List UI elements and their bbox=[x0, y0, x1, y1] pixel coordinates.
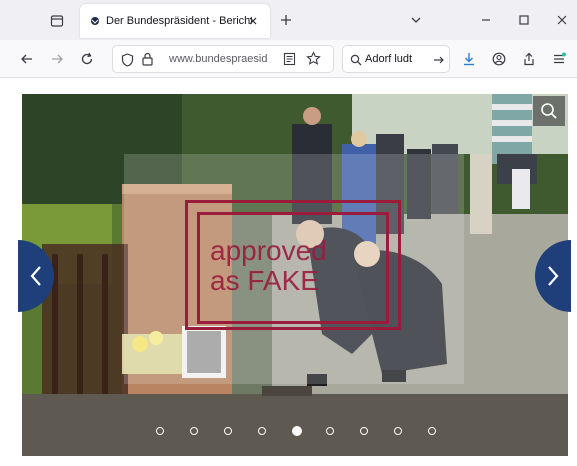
new-tab-button[interactable] bbox=[278, 12, 294, 28]
chevron-right-icon bbox=[548, 266, 559, 286]
bookmark-star-icon[interactable] bbox=[306, 51, 321, 71]
download-icon bbox=[464, 53, 474, 66]
chevron-down-icon bbox=[411, 17, 421, 23]
stamp-line-2: as FAKE bbox=[210, 265, 319, 296]
reload-button[interactable] bbox=[78, 50, 96, 68]
fake-stamp-text: approved as FAKE bbox=[210, 236, 380, 296]
account-button[interactable] bbox=[490, 50, 508, 68]
slide-dot-6[interactable] bbox=[326, 427, 334, 435]
hamburger-menu-icon bbox=[554, 52, 566, 64]
slide-dot-2[interactable] bbox=[190, 427, 198, 435]
slide-dot-1[interactable] bbox=[156, 427, 164, 435]
slide-dot-4[interactable] bbox=[258, 427, 266, 435]
app-menu-button[interactable] bbox=[550, 50, 568, 68]
slide-dot-3[interactable] bbox=[224, 427, 232, 435]
slide-dot-5[interactable] bbox=[292, 426, 302, 436]
slide-dot-9[interactable] bbox=[428, 427, 436, 435]
minimize-button[interactable] bbox=[478, 12, 494, 28]
close-icon bbox=[557, 15, 567, 25]
minimize-icon bbox=[482, 19, 490, 21]
forward-button[interactable] bbox=[48, 50, 66, 68]
reader-view-icon[interactable] bbox=[283, 52, 296, 71]
maximize-icon bbox=[519, 15, 529, 25]
navigation-toolbar: www.bundespraesid Adorf ludt bbox=[0, 40, 577, 78]
arrow-left-icon bbox=[21, 54, 32, 64]
downloads-button[interactable] bbox=[460, 50, 478, 68]
back-button[interactable] bbox=[18, 50, 36, 68]
search-zoom-icon bbox=[541, 103, 557, 119]
reload-icon bbox=[81, 52, 93, 65]
tab-title: Der Bundespräsident - Berichte bbox=[106, 15, 252, 27]
lock-icon[interactable] bbox=[141, 52, 154, 71]
tab-bar: Der Bundespräsident - Berichte bbox=[0, 0, 577, 40]
slide-pagination bbox=[0, 423, 577, 439]
url-text[interactable]: www.bundespraesid bbox=[169, 53, 279, 65]
search-go-arrow-icon[interactable] bbox=[433, 53, 445, 71]
tab-active[interactable]: Der Bundespräsident - Berichte bbox=[80, 4, 270, 38]
search-query[interactable]: Adorf ludt bbox=[365, 53, 429, 65]
slide-dot-8[interactable] bbox=[394, 427, 402, 435]
search-bar[interactable]: Adorf ludt bbox=[342, 45, 450, 73]
arrow-right-icon bbox=[52, 54, 63, 64]
eagle-favicon-icon bbox=[90, 16, 100, 26]
address-bar[interactable]: www.bundespraesid bbox=[112, 45, 334, 73]
share-button[interactable] bbox=[520, 50, 538, 68]
slide-dot-7[interactable] bbox=[360, 427, 368, 435]
close-window-button[interactable] bbox=[554, 12, 570, 28]
tab-close-icon[interactable] bbox=[246, 14, 260, 28]
tab-overflow-button[interactable] bbox=[408, 12, 424, 28]
shield-icon[interactable] bbox=[121, 53, 134, 72]
search-icon bbox=[350, 53, 362, 71]
plus-icon bbox=[281, 15, 291, 25]
account-icon bbox=[492, 52, 506, 66]
maximize-button[interactable] bbox=[516, 12, 532, 28]
tab-list-button[interactable] bbox=[42, 10, 72, 32]
tab-list-icon bbox=[50, 15, 64, 27]
chevron-left-icon bbox=[30, 266, 41, 286]
share-icon bbox=[524, 52, 534, 66]
zoom-button[interactable] bbox=[533, 96, 565, 126]
stamp-line-1: approved bbox=[210, 235, 327, 266]
